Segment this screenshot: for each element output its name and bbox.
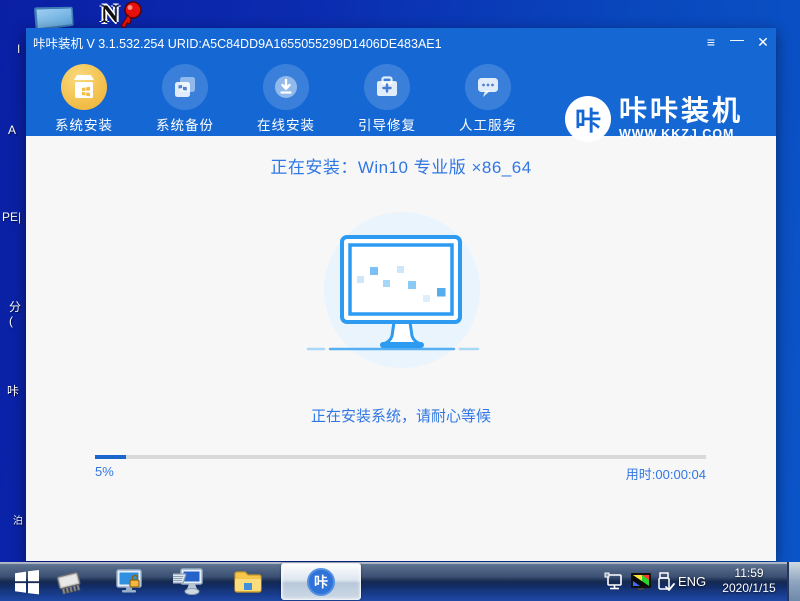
close-button[interactable]: ✕ bbox=[750, 28, 776, 56]
kaka-installer-window: 咔咔装机 V 3.1.532.254 URID:A5C84DD9A1655055… bbox=[26, 28, 776, 561]
taskbar-computer-app-icon[interactable] bbox=[173, 567, 203, 597]
desktop-label-fragment: 咔 bbox=[7, 382, 19, 399]
backup-copies-icon bbox=[162, 64, 208, 110]
progress-bar bbox=[95, 455, 706, 459]
taskbar-folder-icon[interactable] bbox=[233, 567, 263, 597]
tray-network-icon[interactable] bbox=[602, 567, 628, 597]
desktop-label-fragment: 分 bbox=[9, 298, 21, 315]
tray-time: 11:59 bbox=[708, 566, 790, 581]
monitor-illustration bbox=[302, 210, 502, 376]
tray-display-color-icon[interactable] bbox=[628, 567, 654, 597]
menu-button[interactable]: ≡ bbox=[698, 28, 724, 56]
kaka-logo-icon: 咔 bbox=[565, 96, 611, 142]
taskbar-screen-lock-app-icon[interactable] bbox=[114, 567, 144, 597]
desktop: { "desktop": { "fragments": ["I", "A", "… bbox=[0, 0, 800, 601]
nav-item-human-service[interactable]: 人工服务 bbox=[456, 56, 520, 134]
toolbox-repair-icon bbox=[364, 64, 410, 110]
nav-item-system-install[interactable]: 系统安装 bbox=[52, 56, 116, 134]
nav-label: 在线安装 bbox=[254, 114, 318, 134]
tray-date: 2020/1/15 bbox=[708, 581, 790, 596]
progress-percent-label: 5% bbox=[95, 464, 114, 479]
tray-usb-eject-icon[interactable] bbox=[653, 567, 677, 597]
window-title: 咔咔装机 V 3.1.532.254 URID:A5C84DD9A1655055… bbox=[33, 33, 442, 52]
nav-header: 系统安装 系统备份 bbox=[26, 56, 776, 136]
nav-item-online-install[interactable]: 在线安装 bbox=[254, 56, 318, 134]
desktop-label-fragment: PE| bbox=[2, 210, 21, 224]
brand-logo: 咔 咔咔装机 WWW.KKZJ.COM bbox=[565, 96, 743, 142]
nav-label: 人工服务 bbox=[456, 114, 520, 134]
tray-clock[interactable]: 11:59 2020/1/15 bbox=[708, 566, 790, 596]
elapsed-time-label: 用时:00:00:04 bbox=[626, 464, 706, 483]
nav-label: 系统安装 bbox=[52, 114, 116, 134]
show-desktop-button[interactable] bbox=[787, 562, 800, 601]
nav-item-boot-repair[interactable]: 引导修复 bbox=[355, 56, 419, 134]
windows-logo-icon bbox=[14, 569, 40, 595]
desktop-label-fragment: A bbox=[8, 123, 16, 137]
taskbar-kaka-active-button[interactable]: 咔 bbox=[281, 563, 361, 600]
status-text: 正在安装系统，请耐心等候 bbox=[26, 405, 776, 426]
kaka-taskbar-icon: 咔 bbox=[307, 568, 335, 596]
progress-fill bbox=[95, 455, 126, 459]
titlebar[interactable]: 咔咔装机 V 3.1.532.254 URID:A5C84DD9A1655055… bbox=[26, 28, 776, 56]
minimize-button[interactable]: — bbox=[724, 28, 750, 56]
taskbar-chip-app-icon[interactable] bbox=[54, 567, 84, 597]
download-circle-icon bbox=[263, 64, 309, 110]
nav-item-system-backup[interactable]: 系统备份 bbox=[153, 56, 217, 134]
install-box-icon bbox=[61, 64, 107, 110]
red-key-icon bbox=[117, 1, 143, 29]
brand-name: 咔咔装机 bbox=[619, 97, 743, 125]
desktop-label-fragment: ( bbox=[9, 314, 13, 328]
desktop-nkey-app-icon[interactable]: N bbox=[101, 1, 143, 29]
chat-service-icon bbox=[465, 64, 511, 110]
brand-url: WWW.KKZJ.COM bbox=[619, 127, 743, 141]
nav-label: 系统备份 bbox=[153, 114, 217, 134]
desktop-label-fragment: I bbox=[17, 42, 20, 56]
desktop-label-fragment: 泊 bbox=[13, 512, 23, 527]
tray-language-indicator[interactable]: ENG bbox=[678, 574, 706, 589]
nav-label: 引导修复 bbox=[355, 114, 419, 134]
start-button[interactable] bbox=[12, 567, 42, 597]
taskbar: 咔 ENG 11:59 2020/1/15 bbox=[0, 562, 800, 601]
installing-title: 正在安装：Win10 专业版 ×86_64 bbox=[26, 153, 776, 178]
